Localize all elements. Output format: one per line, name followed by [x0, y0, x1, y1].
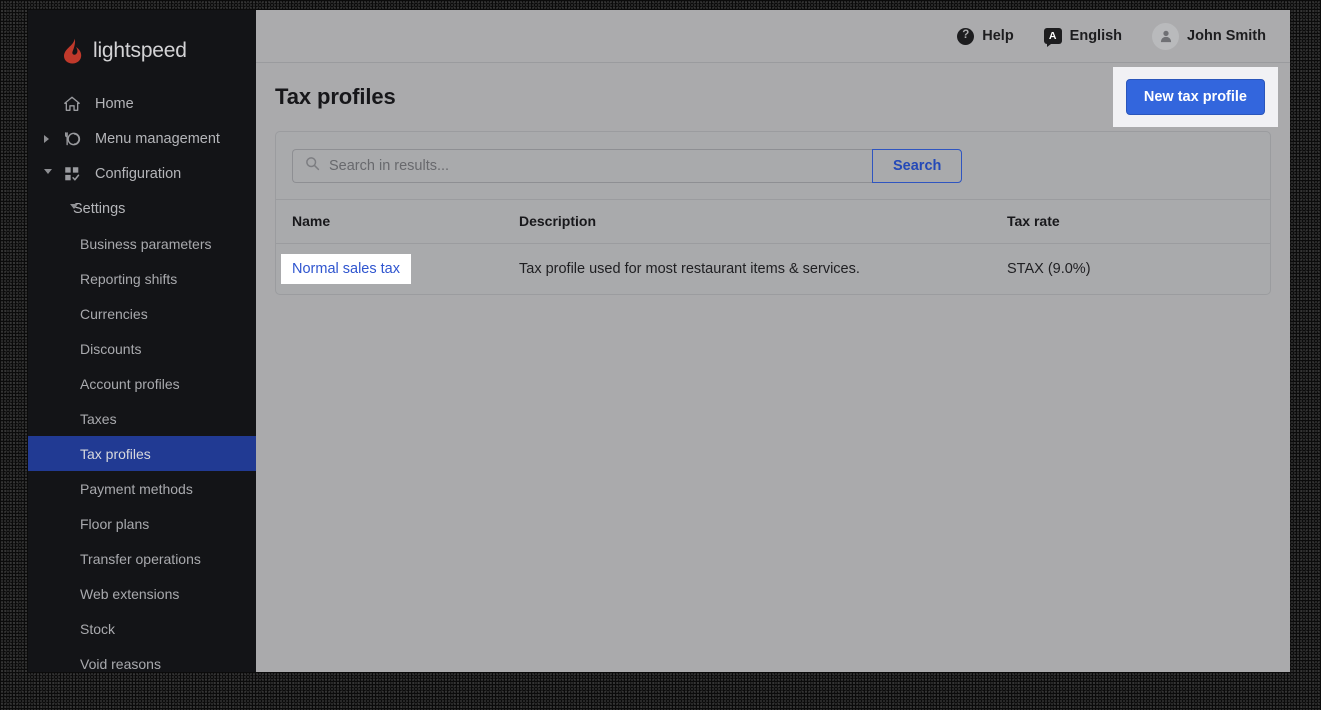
application-window: lightspeed Home Menu management Configurat… [28, 10, 1290, 672]
table-header: Name Description Tax rate [276, 200, 1270, 244]
new-tax-profile-button[interactable]: New tax profile [1125, 78, 1265, 116]
search-area: Search [276, 132, 1270, 200]
chevron-right-icon[interactable] [44, 134, 49, 143]
new-tax-profile-focus-ring: New tax profile [1112, 66, 1278, 128]
sidebar-item-label: Payment methods [80, 480, 193, 497]
table-header-row: Name Description Tax rate [276, 200, 1270, 244]
sidebar-item-label: Void reasons [80, 655, 161, 672]
sidebar-item-label: Configuration [95, 165, 182, 182]
sidebar-item-stock[interactable]: Stock [28, 611, 256, 646]
sidebar-item-label: Tax profiles [80, 445, 151, 462]
sidebar-item-label: Web extensions [80, 585, 180, 602]
cell-tax-rate: STAX (9.0%) [1007, 261, 1091, 277]
top-bar: ? Help A English John Smith [256, 10, 1290, 63]
sidebar-item-currencies[interactable]: Currencies [28, 296, 256, 331]
sidebar-item-tax-profiles[interactable]: Tax profiles [28, 436, 256, 471]
language-selector[interactable]: A English [1043, 28, 1123, 47]
sidebar-item-label: Taxes [80, 410, 117, 427]
tax-profile-link-focus-ring: Normal sales tax [281, 254, 411, 284]
tax-profiles-table: Name Description Tax rate Normal sales t… [276, 200, 1270, 294]
sidebar-nav: Home Menu management Configuration Settings… [28, 72, 256, 672]
grid-check-icon [62, 164, 81, 183]
main-content: ? Help A English John Smith Tax profiles… [256, 10, 1290, 672]
search-icon [305, 156, 320, 176]
sidebar-item-label: Discounts [80, 340, 142, 357]
avatar [1152, 22, 1180, 50]
sidebar-item-payment-methods[interactable]: Payment methods [28, 471, 256, 506]
sidebar: lightspeed Home Menu management Configurat… [28, 10, 256, 672]
home-icon [62, 94, 81, 113]
sidebar-item-label: Floor plans [80, 515, 150, 532]
sidebar-item-reporting-shifts[interactable]: Reporting shifts [28, 261, 256, 296]
sidebar-item-transfer-operations[interactable]: Transfer operations [28, 541, 256, 576]
sidebar-item-menu-management[interactable]: Menu management [28, 121, 256, 156]
sidebar-item-settings[interactable]: Settings [28, 191, 256, 226]
page-title: Tax profiles [275, 84, 396, 109]
screenshot-frame: lightspeed Home Menu management Configurat… [0, 0, 1321, 710]
sidebar-item-web-extensions[interactable]: Web extensions [28, 576, 256, 611]
brand-logo[interactable]: lightspeed [28, 10, 256, 72]
column-header-name[interactable]: Name [276, 200, 519, 244]
help-button[interactable]: ? Help [957, 27, 1014, 45]
user-name: John Smith [1187, 28, 1266, 44]
sidebar-item-label: Home [95, 95, 134, 112]
lightspeed-flame-icon [62, 38, 84, 64]
menu-plate-icon [62, 129, 81, 148]
help-icon: ? [957, 27, 975, 45]
sidebar-item-label: Transfer operations [80, 550, 201, 567]
brand-name: lightspeed [93, 38, 187, 62]
sidebar-item-void-reasons[interactable]: Void reasons [28, 646, 256, 672]
column-header-tax-rate[interactable]: Tax rate [1007, 200, 1270, 244]
sidebar-item-configuration[interactable]: Configuration [28, 156, 256, 191]
sidebar-item-label: Menu management [95, 130, 220, 147]
tax-profile-link[interactable]: Normal sales tax [292, 261, 400, 277]
sidebar-item-account-profiles[interactable]: Account profiles [28, 366, 256, 401]
sidebar-item-label: Business parameters [80, 235, 212, 252]
help-label: Help [982, 28, 1014, 44]
search-field-wrapper[interactable] [292, 149, 872, 183]
table-body: Normal sales tax Tax profile used for mos… [276, 244, 1270, 295]
tax-profiles-card: Search Name Description Tax rate Normal … [275, 131, 1271, 295]
column-header-description[interactable]: Description [519, 200, 1007, 244]
language-label: English [1069, 28, 1123, 44]
sidebar-item-label: Reporting shifts [80, 270, 178, 287]
sidebar-item-floor-plans[interactable]: Floor plans [28, 506, 256, 541]
sidebar-item-discounts[interactable]: Discounts [28, 331, 256, 366]
sidebar-item-label: Currencies [80, 305, 148, 322]
table-row: Normal sales tax Tax profile used for mos… [276, 244, 1270, 295]
sidebar-item-taxes[interactable]: Taxes [28, 401, 256, 436]
language-icon: A [1043, 28, 1062, 47]
user-menu[interactable]: John Smith [1152, 22, 1266, 50]
search-input[interactable] [329, 158, 860, 174]
cell-name: Normal sales tax [276, 244, 519, 295]
sidebar-item-label: Account profiles [80, 375, 180, 392]
sidebar-item-label: Stock [80, 620, 116, 637]
search-button[interactable]: Search [872, 149, 963, 183]
sidebar-item-home[interactable]: Home [28, 86, 256, 121]
chevron-down-icon[interactable] [70, 204, 78, 213]
chevron-down-icon[interactable] [44, 169, 52, 178]
sidebar-item-label: Settings [73, 200, 126, 217]
sidebar-item-business-parameters[interactable]: Business parameters [28, 226, 256, 261]
page-header: Tax profiles New tax profile [256, 63, 1290, 131]
cell-description: Tax profile used for most restaurant ite… [519, 261, 860, 277]
